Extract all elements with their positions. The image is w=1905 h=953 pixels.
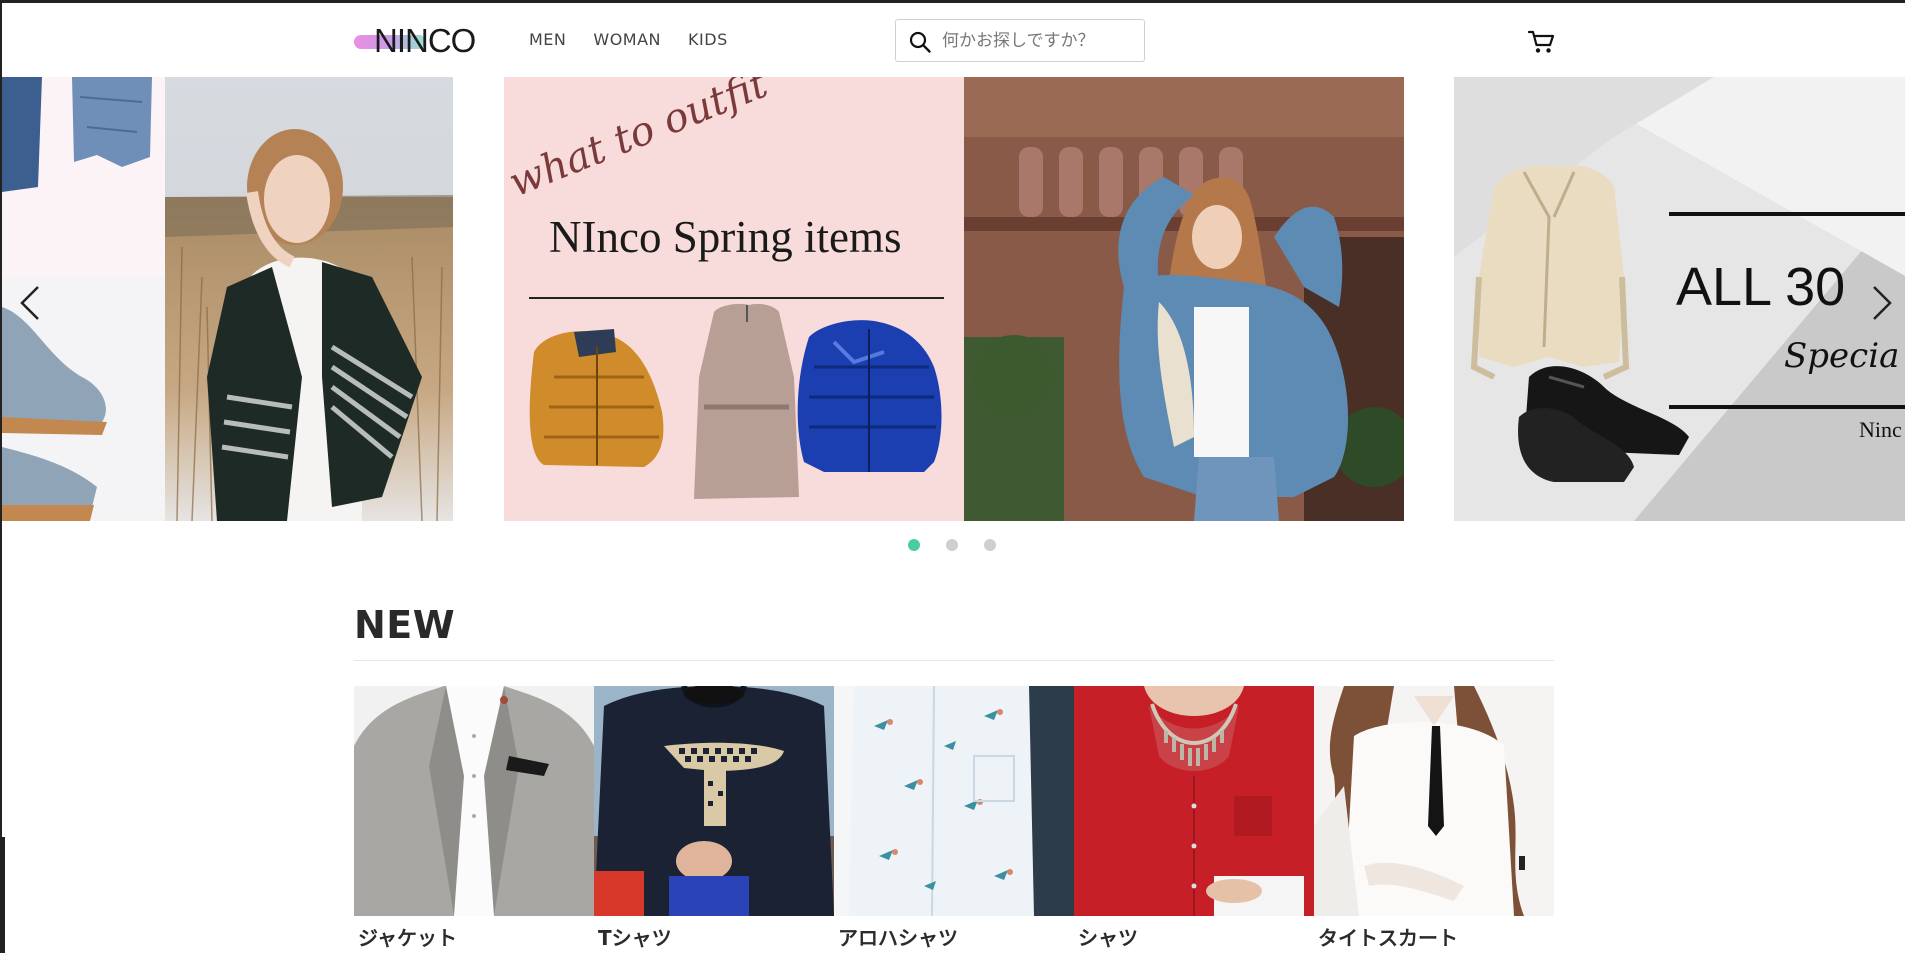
carousel-slide-autumn[interactable] — [2, 77, 453, 521]
product-name: アロハシャツ — [838, 926, 958, 950]
window-edge — [2, 837, 5, 953]
main-nav: MEN WOMAN KIDS — [529, 30, 728, 49]
product-card[interactable]: タイトスカート — [1314, 686, 1554, 951]
carousel-dots — [908, 539, 996, 551]
cart-icon[interactable] — [1528, 29, 1556, 55]
product-image[interactable] — [1314, 686, 1554, 916]
product-image[interactable] — [594, 686, 834, 916]
section-title-new: NEW — [354, 603, 456, 647]
product-name: Tシャツ — [598, 926, 672, 950]
carousel-slide-spring[interactable]: what to outfit NInco Spring items — [504, 77, 1404, 521]
slide-brand-text: Ninc — [1859, 417, 1902, 442]
search-input[interactable] — [940, 26, 1136, 56]
brand-logo[interactable]: NINCO — [352, 21, 482, 61]
carousel-dot-1[interactable] — [908, 539, 920, 551]
slide-sale-text: ALL 30 — [1676, 257, 1845, 317]
site-header: NINCO MEN WOMAN KIDS — [2, 3, 1905, 77]
product-name: ジャケット — [358, 926, 457, 950]
slide-sale-image: ALL 30 Specia Ninc — [1454, 77, 1905, 521]
carousel-slide-sale[interactable]: ALL 30 Specia Ninc — [1454, 77, 1905, 521]
carousel-dot-3[interactable] — [984, 539, 996, 551]
product-list: ジャケット Tシャツ アロハシャツ シャツ タイトスカート — [354, 686, 1554, 951]
nav-link-men[interactable]: MEN — [529, 30, 566, 49]
slide-spring-image: what to outfit NInco Spring items — [504, 77, 1404, 521]
slide-special-text: Specia — [1784, 336, 1899, 376]
product-name: シャツ — [1078, 926, 1138, 950]
section-divider — [354, 660, 1554, 661]
product-card[interactable]: Tシャツ — [594, 686, 834, 951]
search-icon[interactable] — [908, 30, 932, 54]
product-card[interactable]: シャツ — [1074, 686, 1314, 951]
product-card[interactable]: ジャケット — [354, 686, 594, 951]
product-image[interactable] — [834, 686, 1074, 916]
slide-autumn-image — [2, 77, 453, 521]
carousel-prev-arrow[interactable] — [6, 273, 56, 333]
logo-text: NINCO — [374, 22, 476, 59]
page: NINCO MEN WOMAN KIDS 何かお探しですか？ what to o… — [0, 0, 1905, 953]
product-image[interactable] — [1074, 686, 1314, 916]
nav-link-woman[interactable]: WOMAN — [593, 30, 661, 49]
slide-headline: NInco Spring items — [549, 212, 901, 262]
product-name: タイトスカート — [1318, 926, 1458, 950]
nav-link-kids[interactable]: KIDS — [688, 30, 728, 49]
hero-carousel[interactable]: what to outfit NInco Spring items ALL 30… — [2, 77, 1905, 521]
carousel-dot-2[interactable] — [946, 539, 958, 551]
carousel-next-arrow[interactable] — [1856, 273, 1905, 333]
search-box — [895, 19, 1145, 62]
product-card[interactable]: アロハシャツ — [834, 686, 1074, 951]
product-image[interactable] — [354, 686, 594, 916]
